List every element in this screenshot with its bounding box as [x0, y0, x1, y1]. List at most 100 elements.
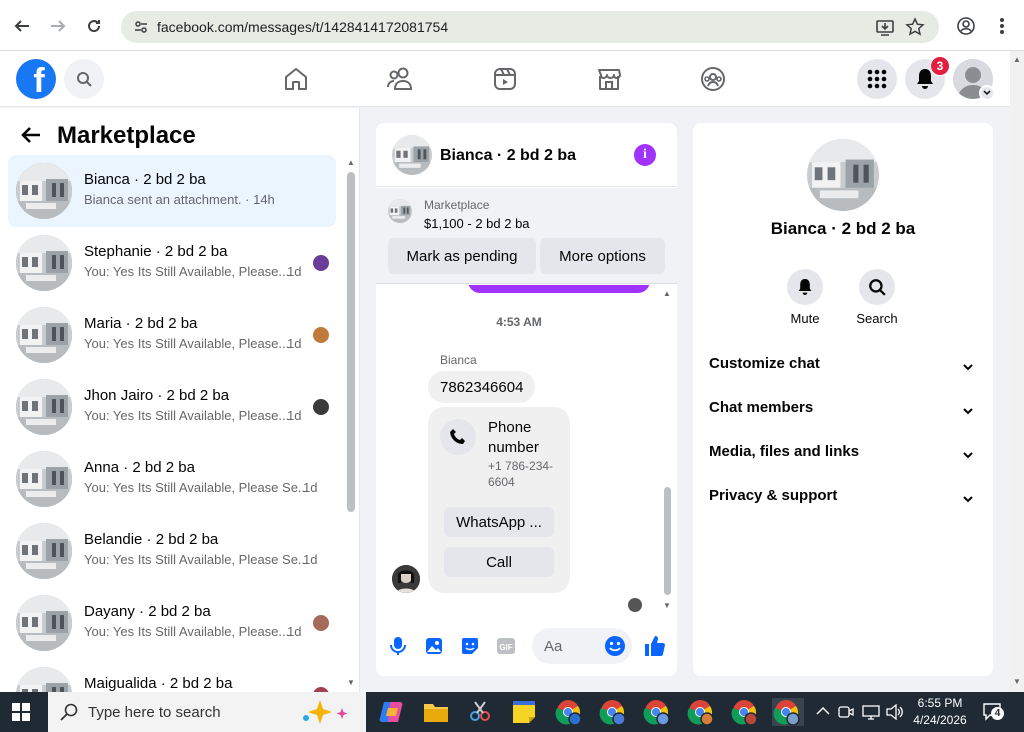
chat-pane: Bianca · 2 bd 2 ba i Marketplace $1,100 …	[376, 123, 677, 676]
chat-scroll-up-icon[interactable]: ▲	[663, 289, 671, 298]
copilot-sparkle-icon[interactable]	[296, 698, 354, 731]
conversation-preview: You: Yes Its Still Available, Please...	[84, 336, 290, 351]
emoji-icon[interactable]	[603, 634, 627, 658]
info-section-label: Privacy & support	[709, 487, 838, 504]
menu-grid-icon[interactable]	[857, 59, 897, 99]
conversation-item[interactable]: Stephanie · 2 bd 2 ba You: Yes Its Still …	[8, 227, 336, 299]
address-bar[interactable]: facebook.com/messages/t/1428414172081754	[121, 11, 939, 43]
conversation-preview: You: Yes Its Still Available, Please Se.…	[84, 552, 309, 567]
profile-icon[interactable]	[954, 14, 978, 38]
facebook-logo[interactable]: f	[16, 59, 56, 99]
gif-icon[interactable]: GIF	[494, 634, 518, 658]
conversation-item[interactable]: Bianca · 2 bd 2 ba Bianca sent an attachm…	[8, 155, 336, 227]
marketplace-label: Marketplace	[424, 198, 490, 212]
conversation-item[interactable]: Maigualida · 2 bd 2 ba	[8, 659, 336, 692]
search-conversation-button[interactable]: Search	[847, 269, 907, 326]
listing-thumbnail[interactable]	[388, 199, 412, 223]
url-text[interactable]: facebook.com/messages/t/1428414172081754	[157, 19, 448, 35]
marketplace-icon[interactable]	[593, 63, 625, 95]
browser-menu-icon[interactable]	[990, 14, 1014, 38]
back-arrow-icon[interactable]	[20, 124, 42, 151]
back-icon[interactable]	[8, 12, 36, 40]
scroll-down-icon[interactable]: ▼	[347, 678, 355, 687]
whatsapp-button[interactable]: WhatsApp ...	[444, 507, 554, 537]
conversation-item[interactable]: Maria · 2 bd 2 ba You: Yes Its Still Avai…	[8, 299, 336, 371]
forward-icon[interactable]	[44, 12, 72, 40]
install-app-icon[interactable]	[875, 17, 895, 37]
sender-avatar[interactable]	[392, 565, 420, 593]
bell-icon	[787, 269, 823, 305]
listing-price[interactable]: $1,100 - 2 bd 2 ba	[424, 216, 530, 231]
info-section-row[interactable]: Media, files and links	[709, 441, 977, 465]
conversation-time: 1d	[287, 624, 302, 639]
conversation-preview: You: Yes Its Still Available, Please...	[84, 264, 290, 279]
sticker-icon[interactable]	[458, 634, 482, 658]
info-section-row[interactable]: Privacy & support	[709, 485, 977, 509]
microphone-icon[interactable]	[386, 634, 410, 658]
scroll-up-icon[interactable]: ▲	[347, 158, 355, 167]
chevron-down-icon[interactable]	[979, 85, 995, 101]
video-icon[interactable]	[489, 63, 521, 95]
conversation-name: Jhon Jairo · 2 bd 2 ba	[84, 387, 230, 404]
message-bubble[interactable]: 7862346604	[428, 371, 536, 403]
taskbar-clock[interactable]: 6:55 PM 4/24/2026	[910, 695, 970, 729]
copilot-app-icon[interactable]	[378, 698, 406, 726]
reload-icon[interactable]	[80, 12, 108, 40]
taskbar-search-box[interactable]: Type here to search	[48, 692, 366, 732]
call-button[interactable]: Call	[444, 547, 554, 577]
chat-title[interactable]: Bianca · 2 bd 2 ba	[440, 147, 576, 165]
chrome-taskbar-icon[interactable]	[730, 698, 758, 726]
page-scroll-up-icon[interactable]: ▲	[1013, 55, 1021, 64]
mark-as-pending-button[interactable]: Mark as pending	[388, 238, 536, 274]
chat-scrollbar[interactable]	[664, 487, 671, 595]
thumbs-up-icon[interactable]	[642, 634, 666, 658]
chrome-taskbar-icon[interactable]	[598, 698, 626, 726]
windows-start-icon[interactable]	[12, 703, 30, 726]
windows-taskbar: Type here to search 6:55 PM 4/24/2026 4	[0, 692, 1024, 732]
svg-text:GIF: GIF	[499, 643, 512, 652]
mute-button[interactable]: Mute	[775, 269, 835, 326]
info-icon[interactable]: i	[634, 144, 656, 166]
chrome-taskbar-icon[interactable]	[642, 698, 670, 726]
page-scrollbar[interactable]: ▲ ▼	[1010, 51, 1024, 692]
chrome-taskbar-icon[interactable]	[686, 698, 714, 726]
photo-icon[interactable]	[422, 634, 446, 658]
conversation-name: Bianca · 2 bd 2 ba	[84, 171, 206, 188]
bookmark-star-icon[interactable]	[905, 17, 925, 37]
outgoing-message-bubble	[468, 285, 650, 293]
chat-scroll-down-icon[interactable]: ▼	[663, 601, 671, 610]
show-hidden-icons-icon[interactable]	[816, 704, 830, 719]
page-scroll-down-icon[interactable]: ▼	[1013, 677, 1021, 686]
chrome-taskbar-icon[interactable]	[554, 698, 582, 726]
phone-number-card: Phone number +1 786-234-6604 WhatsApp ..…	[428, 407, 570, 593]
search-icon[interactable]	[64, 59, 104, 99]
conversation-name: Maigualida · 2 bd 2 ba	[84, 675, 233, 692]
meet-now-icon[interactable]	[838, 704, 854, 723]
conversation-item[interactable]: Anna · 2 bd 2 ba You: Yes Its Still Avail…	[8, 443, 336, 515]
file-explorer-icon[interactable]	[422, 698, 450, 726]
info-section-row[interactable]: Chat members	[709, 397, 977, 421]
conversation-name: Anna · 2 bd 2 ba	[84, 459, 195, 476]
snipping-tool-icon[interactable]	[466, 698, 494, 726]
network-icon[interactable]	[862, 704, 880, 723]
volume-icon[interactable]	[886, 703, 904, 723]
home-icon[interactable]	[280, 63, 312, 95]
conversation-item[interactable]: Belandie · 2 bd 2 ba You: Yes Its Still A…	[8, 515, 336, 587]
conversation-list-scrollbar[interactable]	[347, 172, 355, 512]
sticky-notes-icon[interactable]	[510, 698, 538, 726]
card-phone-number: +1 786-234-6604	[488, 459, 554, 489]
info-thumbnail[interactable]	[807, 139, 879, 211]
more-options-button[interactable]: More options	[540, 238, 665, 274]
friends-icon[interactable]	[384, 63, 416, 95]
info-section-row[interactable]: Customize chat	[709, 353, 977, 377]
conversation-item[interactable]: Dayany · 2 bd 2 ba You: Yes Its Still Ava…	[8, 587, 336, 659]
page-title: Marketplace	[57, 122, 196, 149]
groups-icon[interactable]	[697, 63, 729, 95]
site-settings-icon[interactable]	[133, 19, 149, 40]
action-center-icon[interactable]: 4	[982, 702, 1004, 727]
chat-thumbnail[interactable]	[392, 135, 432, 175]
chrome-taskbar-icon[interactable]	[772, 698, 804, 726]
phone-icon	[440, 419, 476, 455]
conversation-thumbnail	[16, 307, 72, 363]
conversation-item[interactable]: Jhon Jairo · 2 bd 2 ba You: Yes Its Still…	[8, 371, 336, 443]
